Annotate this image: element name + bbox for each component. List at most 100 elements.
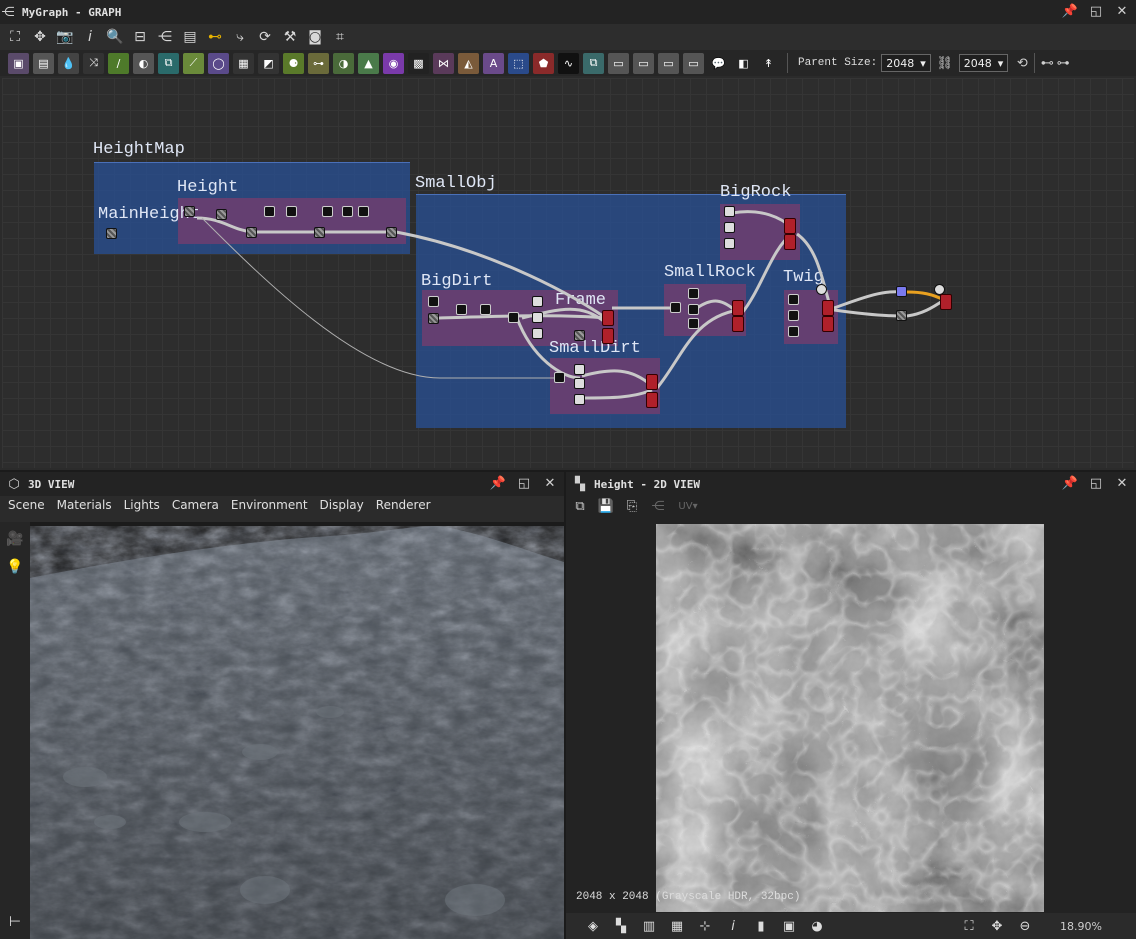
noise-icon[interactable]: ▩ — [408, 52, 429, 74]
smallrock-node-1[interactable] — [670, 302, 681, 313]
mainheight-node[interactable] — [106, 228, 117, 239]
pan-icon[interactable]: ✥ — [29, 26, 51, 48]
maximize-icon[interactable]: ◱ — [1088, 3, 1104, 19]
share-icon[interactable]: ⋲ — [650, 498, 666, 514]
uv-node[interactable] — [896, 286, 907, 297]
bigdirt-node-2[interactable] — [428, 313, 439, 324]
blend-icon[interactable]: ⚈ — [283, 52, 304, 74]
twig-node-1[interactable] — [788, 294, 799, 305]
align-horizontal-icon[interactable]: ⊷ — [1039, 55, 1055, 71]
crop-icon[interactable]: ⌗ — [329, 26, 351, 48]
graph-canvas[interactable]: HeightMap Height MainHeight SmallObj Big… — [2, 78, 1134, 468]
link-size-icon[interactable]: ⛓ — [937, 55, 954, 71]
info-icon[interactable]: i — [724, 917, 742, 935]
connector-icon[interactable]: ⤷ — [229, 26, 251, 48]
bigdirt-node-6[interactable] — [532, 296, 543, 307]
height-node-3[interactable] — [286, 206, 297, 217]
bigdirt-node-8[interactable] — [532, 328, 543, 339]
shuffle-icon[interactable]: ⤨ — [83, 52, 104, 74]
output-blend-node[interactable] — [940, 294, 952, 310]
uv-dropdown[interactable]: UV ▾ — [676, 498, 700, 514]
close-icon[interactable]: ✕ — [1114, 3, 1130, 19]
tile-icon[interactable]: ▦ — [233, 52, 254, 74]
bigrock-node-3[interactable] — [724, 238, 735, 249]
pin-icon[interactable]: 📌 — [1062, 3, 1078, 19]
twig-blend-node[interactable] — [822, 300, 834, 316]
pan-icon[interactable]: ✥ — [988, 917, 1006, 935]
color-wheel-icon[interactable]: ◕ — [808, 917, 826, 935]
blur-icon[interactable]: ◯ — [208, 52, 229, 74]
frame-blend-node[interactable] — [602, 310, 614, 326]
frame-blend-node-2[interactable] — [602, 328, 614, 344]
bigdirt-node-1[interactable] — [428, 296, 439, 307]
height-node-4[interactable] — [322, 206, 333, 217]
camera-icon[interactable]: 📷 — [54, 26, 76, 48]
menu-materials[interactable]: Materials — [57, 498, 112, 518]
smallrock-node-4[interactable] — [688, 318, 699, 329]
bigrock-blend-node[interactable] — [784, 218, 796, 234]
normal-icon[interactable]: ⧉ — [583, 52, 604, 74]
close-icon[interactable]: ✕ — [542, 475, 558, 491]
menu-lights[interactable]: Lights — [124, 498, 160, 518]
text-icon[interactable]: A — [483, 52, 504, 74]
zoom-level[interactable]: 18.90% — [1060, 920, 1102, 933]
bitmap-node-icon[interactable]: ▣ — [8, 52, 29, 74]
height-node-9[interactable] — [386, 227, 397, 238]
histogram-icon[interactable]: ▲ — [358, 52, 379, 74]
maximize-icon[interactable]: ◱ — [516, 475, 532, 491]
align-vertical-icon[interactable]: ⊶ — [1055, 55, 1071, 71]
twig-output-node[interactable] — [816, 284, 827, 295]
tools-icon[interactable]: ⚒ — [279, 26, 301, 48]
hsl-icon[interactable]: ◉ — [383, 52, 404, 74]
directional-warp-icon[interactable]: ⋈ — [433, 52, 454, 74]
uniform-color-icon[interactable]: 💧 — [58, 52, 79, 74]
tree-icon[interactable]: ⊢ — [4, 911, 26, 933]
grid-icon[interactable]: ▦ — [668, 917, 686, 935]
comment-icon[interactable]: 💬 — [708, 53, 729, 74]
lightbulb-icon[interactable]: 💡 — [4, 556, 26, 578]
parent-size-height-dropdown[interactable]: 2048 ▾ — [958, 54, 1009, 72]
node-a-icon[interactable]: ▭ — [608, 52, 629, 74]
height-input-node[interactable] — [184, 206, 195, 217]
smalldirt-node-2[interactable] — [574, 364, 585, 375]
export-icon[interactable]: ⧉ — [572, 498, 588, 514]
video-camera-icon[interactable]: 🎥 — [4, 528, 26, 550]
histogram-icon[interactable]: ▮ — [752, 917, 770, 935]
smalldirt-node-3[interactable] — [574, 378, 585, 389]
menu-camera[interactable]: Camera — [172, 498, 219, 518]
tiling-icon[interactable]: ⊹ — [696, 917, 714, 935]
smallrock-node-2[interactable] — [688, 288, 699, 299]
snapshot-icon[interactable]: ◙ — [304, 26, 326, 48]
link-icon[interactable]: ⊷ — [204, 26, 226, 48]
twig-blend-node-2[interactable] — [822, 316, 834, 332]
checker-background-icon[interactable]: ▚ — [612, 917, 630, 935]
reset-size-icon[interactable]: ⟲ — [1014, 55, 1030, 71]
height-node-8[interactable] — [314, 227, 325, 238]
graph-layout-icon[interactable]: ⋲ — [154, 26, 176, 48]
node-b-icon[interactable]: ▭ — [633, 52, 654, 74]
selection-icon[interactable]: ⬚ — [508, 52, 529, 74]
bigdirt-node-5[interactable] — [508, 312, 519, 323]
pin-icon[interactable]: 📌 — [1062, 475, 1078, 491]
align-icon[interactable]: ⊟ — [129, 26, 151, 48]
grayscale-icon[interactable]: ◑ — [333, 52, 354, 74]
image-icon[interactable]: ▣ — [780, 917, 798, 935]
height-node-6[interactable] — [358, 206, 369, 217]
threshold-icon[interactable]: ∿ — [558, 52, 579, 74]
smalldirt-blend-node[interactable] — [646, 374, 658, 390]
color-channels-icon[interactable]: ▥ — [640, 917, 658, 935]
bigrock-blend-node-2[interactable] — [784, 234, 796, 250]
svg-node-icon[interactable]: ▤ — [33, 52, 54, 74]
height-node-7[interactable] — [246, 227, 257, 238]
height-map-preview[interactable] — [656, 524, 1044, 912]
height-node-5[interactable] — [342, 206, 353, 217]
frame-all-icon[interactable]: ⛶ — [4, 26, 26, 48]
bigdirt-node-7[interactable] — [532, 312, 543, 323]
frame-node-icon[interactable]: ◧ — [733, 53, 754, 74]
copy-icon[interactable]: ⎘ — [624, 498, 640, 514]
menu-environment[interactable]: Environment — [231, 498, 308, 518]
fill-icon[interactable]: ⬟ — [533, 52, 554, 74]
transform-icon[interactable]: ⊶ — [308, 52, 329, 74]
smallrock-blend-node[interactable] — [732, 300, 744, 316]
bigrock-node-2[interactable] — [724, 222, 735, 233]
